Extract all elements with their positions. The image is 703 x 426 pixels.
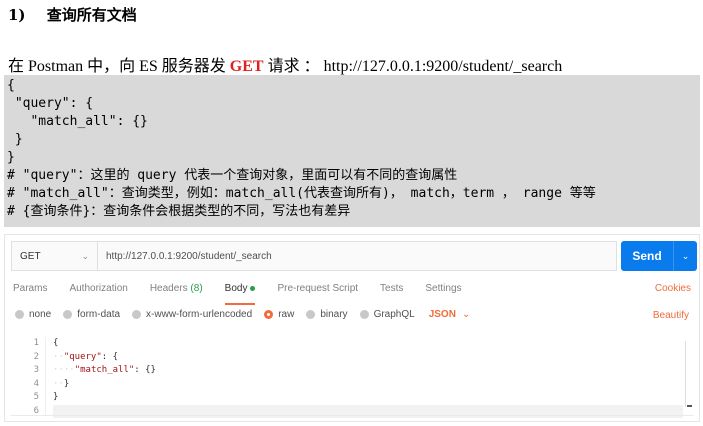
intro-text-after: 请求 ： http://127.0.0.1:9200/student/_sear… — [263, 58, 563, 75]
headers-count: (8) — [190, 283, 203, 294]
editor-token: : { — [101, 351, 119, 362]
tab-settings[interactable]: Settings — [425, 283, 461, 299]
editor-token: } — [63, 378, 70, 389]
editor-line: ··} — [53, 378, 683, 392]
request-tabs: Params Authorization Headers (8) Body Pr… — [13, 283, 484, 305]
option-graphql[interactable]: GraphQL — [359, 309, 415, 320]
radio-icon — [132, 310, 142, 319]
editor-line: ··"query": { — [53, 351, 683, 365]
editor-bottom-border — [11, 415, 693, 416]
radio-selected-icon — [264, 310, 274, 319]
postman-screenshot: GET ⌄ http://127.0.0.1:9200/student/_sea… — [4, 234, 700, 422]
tab-pre-request-script[interactable]: Pre-request Script — [277, 283, 358, 299]
editor-scrollbar[interactable] — [685, 341, 692, 407]
indent-guide: ·· — [53, 351, 64, 362]
intro-paragraph: 在 Postman 中，向 ES 服务器发 GET 请求 ： http://12… — [8, 52, 562, 76]
code-comment-line: # "match_all"：查询类型，例如：match_all(代表查询所有)，… — [7, 186, 596, 201]
send-label: Send — [632, 249, 662, 263]
section-title: 查询所有文档 — [46, 6, 137, 24]
intro-text-before: 在 Postman 中，向 ES 服务器发 — [8, 58, 230, 75]
code-comment-line: # {查询条件}：查询条件会根据类型的不同，写法也有差异 — [7, 204, 351, 219]
line-number: 3 — [33, 365, 39, 375]
code-line: { — [7, 78, 15, 93]
format-select[interactable]: JSON ⌄ — [429, 309, 471, 320]
cookies-link[interactable]: Cookies — [655, 283, 691, 294]
gutter-divider — [45, 337, 46, 415]
url-input[interactable]: http://127.0.0.1:9200/student/_search — [98, 251, 272, 262]
code-line: "match_all": {} — [7, 114, 148, 129]
editor-token: { — [53, 338, 59, 348]
option-raw[interactable]: raw — [264, 309, 294, 320]
line-number: 2 — [33, 351, 39, 362]
option-label: binary — [320, 309, 348, 320]
tab-body[interactable]: Body — [224, 283, 256, 305]
option-label: form-data — [77, 309, 121, 320]
option-label: raw — [278, 309, 295, 320]
option-form-data[interactable]: form-data — [63, 309, 120, 320]
send-button[interactable]: Send ⌄ — [621, 241, 697, 271]
editor-line: ····"match_all": {} — [53, 364, 683, 378]
body-editor[interactable]: 1 2 3 4 5 6 { ··"query": { ····"match_al… — [11, 337, 693, 418]
section-number: 1) — [8, 6, 26, 24]
code-line: } — [7, 132, 23, 147]
chevron-down-icon: ⌄ — [461, 309, 471, 320]
line-number: 1 — [33, 338, 39, 348]
beautify-link[interactable]: Beautify — [653, 310, 689, 321]
radio-icon — [15, 310, 24, 319]
intro-method: GET — [229, 58, 264, 75]
line-number: 5 — [33, 392, 39, 402]
tab-headers[interactable]: Headers (8) — [150, 283, 203, 299]
radio-icon — [306, 310, 316, 319]
option-none[interactable]: none — [15, 309, 51, 320]
code-comment-line: # "query"：这里的 query 代表一个查询对象，里面可以有不同的查询属… — [7, 168, 458, 183]
indent-guide: ·· — [53, 378, 64, 389]
tab-tests[interactable]: Tests — [380, 283, 403, 299]
method-select[interactable]: GET ⌄ — [12, 242, 98, 270]
radio-icon — [359, 310, 369, 319]
option-binary[interactable]: binary — [306, 309, 348, 320]
line-number: 4 — [33, 378, 39, 389]
editor-line: } — [53, 391, 683, 405]
option-urlencoded[interactable]: x-www-form-urlencoded — [132, 309, 252, 320]
tab-authorization[interactable]: Authorization — [69, 283, 127, 299]
request-url-bar: GET ⌄ http://127.0.0.1:9200/student/_sea… — [11, 241, 617, 271]
tab-body-label: Body — [224, 283, 248, 294]
editor-token: "match_all" — [74, 365, 135, 375]
editor-line: { — [53, 337, 683, 351]
option-label: GraphQL — [373, 309, 415, 320]
format-label: JSON — [428, 309, 456, 320]
code-block: { "query": { "match_all": {} } } # "quer… — [4, 75, 700, 227]
body-type-options: none form-data x-www-form-urlencoded raw… — [15, 309, 482, 320]
code-line: "query": { — [7, 96, 94, 111]
tab-headers-label: Headers — [149, 283, 188, 294]
chevron-down-icon[interactable]: ⌄ — [674, 251, 697, 262]
indent-guide: ···· — [53, 365, 75, 375]
line-number-gutter: 1 2 3 4 5 6 — [11, 337, 39, 418]
active-dot-icon — [250, 285, 256, 291]
tab-params[interactable]: Params — [13, 283, 47, 299]
editor-token: } — [53, 392, 59, 402]
editor-token: "query" — [63, 351, 102, 362]
option-label: none — [29, 309, 52, 320]
method-label: GET — [20, 250, 41, 262]
section-heading: 1) 查询所有文档 — [8, 4, 137, 25]
editor-token: : {} — [134, 365, 156, 375]
editor-lines: { ··"query": { ····"match_all": {} ··} } — [53, 337, 683, 418]
code-line: } — [7, 150, 15, 165]
chevron-down-icon: ⌄ — [81, 250, 89, 261]
option-label: x-www-form-urlencoded — [146, 309, 253, 320]
radio-icon — [63, 310, 73, 319]
